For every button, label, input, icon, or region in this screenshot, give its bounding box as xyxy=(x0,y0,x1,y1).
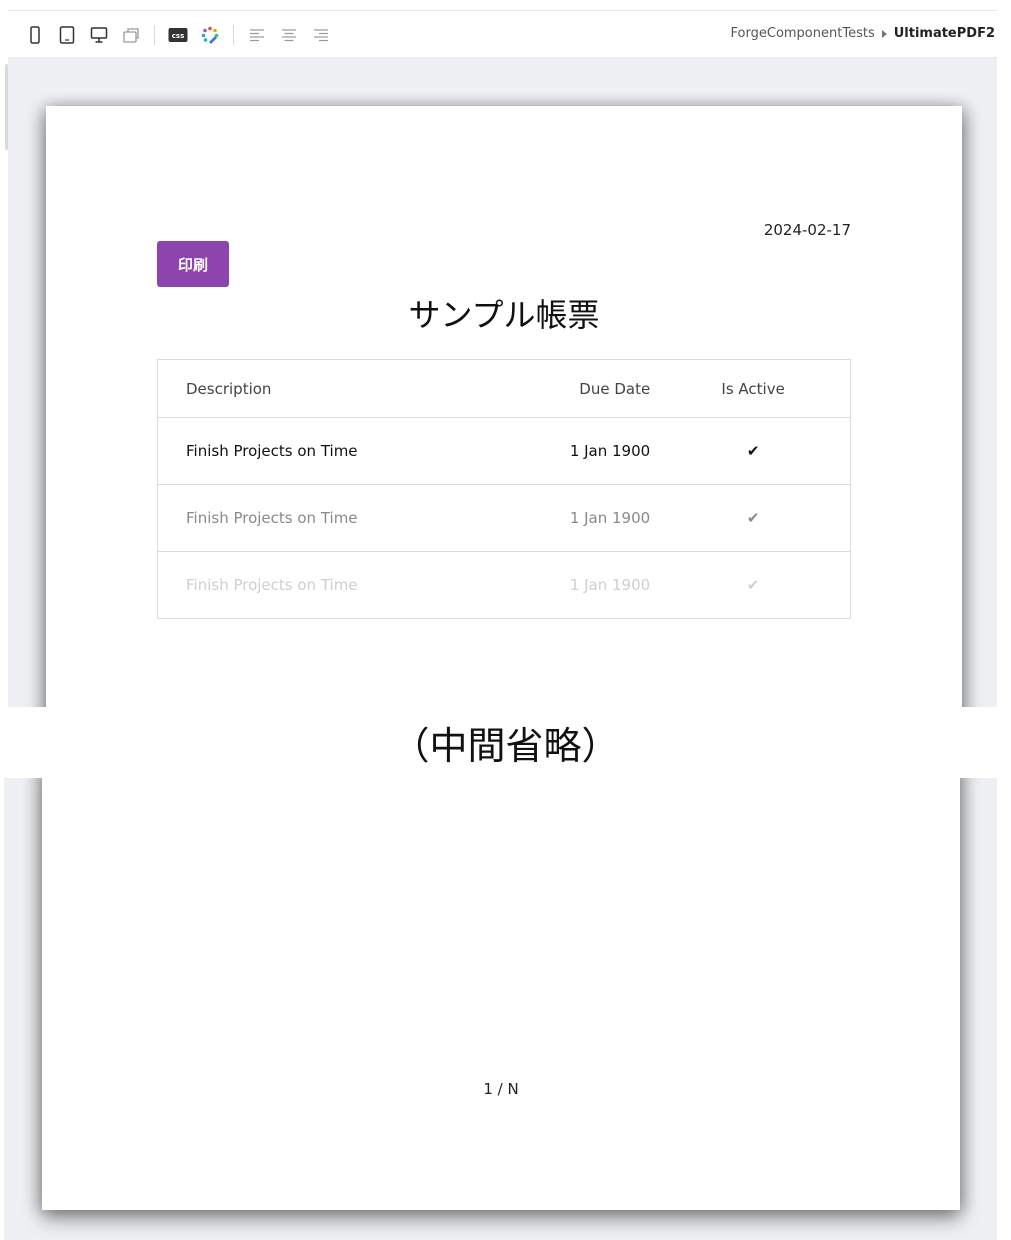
print-button[interactable]: 印刷 xyxy=(157,241,229,287)
check-icon: ✔ xyxy=(656,484,851,552)
cell-description: Finish Projects on Time xyxy=(186,576,358,594)
report-table: Description Due Date Is Active Finish Pr… xyxy=(157,359,851,619)
omission-note: （中間省略） xyxy=(0,707,1011,778)
phone-icon[interactable] xyxy=(24,24,46,46)
color-palette-icon[interactable] xyxy=(199,24,221,46)
cell-description: Finish Projects on Time xyxy=(157,484,529,552)
report-title: サンプル帳票 xyxy=(408,296,600,334)
report-page-bottom: 1 / N xyxy=(42,760,960,1210)
vertical-scrollbar[interactable] xyxy=(5,64,8,150)
toolbar-icons: css xyxy=(24,24,342,46)
cell-due-date: 1 Jan 1900 xyxy=(569,576,651,594)
report-date: 2024-02-17 xyxy=(763,221,851,239)
cell-description: Finish Projects on Time xyxy=(157,417,529,485)
toolbar-separator xyxy=(233,25,234,45)
cell-due-date: 1 Jan 1900 xyxy=(528,484,657,552)
page-number: 1 / N xyxy=(483,1080,519,1098)
align-center-icon[interactable] xyxy=(278,24,300,46)
breadcrumb: ForgeComponentTests UltimatePDF2 xyxy=(731,26,995,41)
align-left-icon[interactable] xyxy=(246,24,268,46)
breadcrumb-current: UltimatePDF2 xyxy=(893,26,995,41)
page-layout-icon[interactable] xyxy=(120,24,142,46)
report-page-top: 2024-02-17 印刷 サンプル帳票 Description Due Dat… xyxy=(46,106,962,746)
table-row: Finish Projects on Time 1 Jan 1900 ✔ xyxy=(158,552,851,619)
check-icon: ✔ xyxy=(746,576,760,594)
toolbar-separator xyxy=(154,25,155,45)
table-header-row: Description Due Date Is Active xyxy=(157,359,851,418)
check-icon: ✔ xyxy=(656,417,851,485)
align-right-icon[interactable] xyxy=(310,24,332,46)
desktop-icon[interactable] xyxy=(88,24,110,46)
cell-due-date: 1 Jan 1900 xyxy=(528,417,657,485)
css-icon[interactable]: css xyxy=(167,24,189,46)
breadcrumb-parent[interactable]: ForgeComponentTests xyxy=(731,26,875,41)
breadcrumb-arrow-icon xyxy=(881,29,887,38)
column-header-description: Description xyxy=(157,359,529,418)
column-header-due-date: Due Date xyxy=(528,359,657,418)
column-header-is-active: Is Active xyxy=(656,359,851,418)
css-icon-label: css xyxy=(172,32,184,40)
tablet-icon[interactable] xyxy=(56,24,78,46)
table-row: Finish Projects on Time 1 Jan 1900 ✔ xyxy=(157,484,851,552)
table-row: Finish Projects on Time 1 Jan 1900 ✔ xyxy=(157,417,851,485)
editor-toolbar: css ForgeComponentTests UltimatePDF2 xyxy=(8,10,997,58)
